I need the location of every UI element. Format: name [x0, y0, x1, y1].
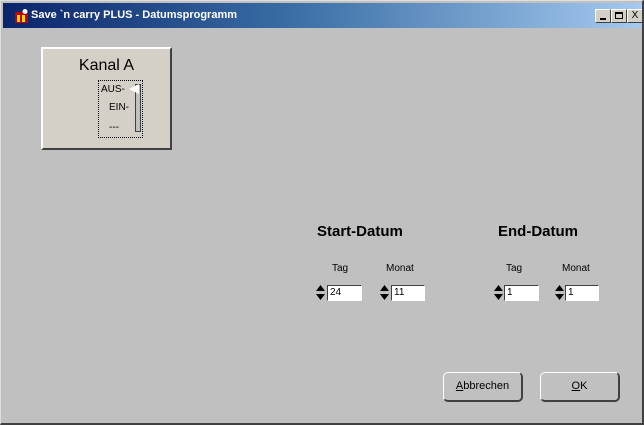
app-icon [15, 9, 28, 23]
cancel-button[interactable]: Abbrechen [443, 372, 523, 402]
end-day-field[interactable]: 1 [504, 285, 539, 301]
end-day-label: Tag [506, 263, 523, 274]
minimize-icon [600, 18, 606, 20]
end-month-spinner-icon[interactable] [555, 285, 564, 300]
end-month-label: Monat [562, 263, 590, 274]
switch-label-ein: EIN- [109, 102, 129, 113]
window-title: Save `n carry PLUS - Datumsprogramm [31, 9, 238, 21]
start-month-spinner-icon[interactable] [380, 285, 389, 300]
ok-label: K [580, 380, 588, 392]
end-date-heading: End-Datum [498, 223, 578, 240]
app-window: Save `n carry PLUS - Datumsprogramm X Ka… [0, 0, 644, 425]
start-date-heading: Start-Datum [317, 223, 403, 240]
start-month-field[interactable]: 11 [391, 285, 425, 301]
switch-label-off: --- [109, 122, 119, 133]
start-day-field[interactable]: 24 [327, 285, 362, 301]
ok-button[interactable]: OK [540, 372, 620, 402]
switch-label-aus: AUS- [101, 84, 125, 95]
title-bar[interactable]: Save `n carry PLUS - Datumsprogramm X [3, 3, 642, 28]
channel-switch[interactable]: AUS- EIN- --- [98, 80, 143, 138]
switch-knob-icon[interactable] [129, 84, 139, 94]
cancel-label: bbrechen [463, 380, 510, 392]
maximize-button[interactable] [611, 9, 627, 23]
end-day-spinner-icon[interactable] [494, 285, 503, 300]
maximize-icon [615, 12, 623, 19]
close-button[interactable]: X [627, 9, 642, 23]
close-icon: X [631, 10, 639, 21]
minimize-button[interactable] [595, 9, 611, 23]
start-month-label: Monat [386, 263, 414, 274]
start-day-label: Tag [332, 263, 349, 274]
end-month-field[interactable]: 1 [565, 285, 599, 301]
channel-a-button[interactable]: Kanal A AUS- EIN- --- [41, 47, 172, 150]
start-day-spinner-icon[interactable] [316, 285, 325, 300]
channel-title: Kanal A [78, 57, 135, 74]
ok-mnemonic: O [571, 380, 581, 392]
